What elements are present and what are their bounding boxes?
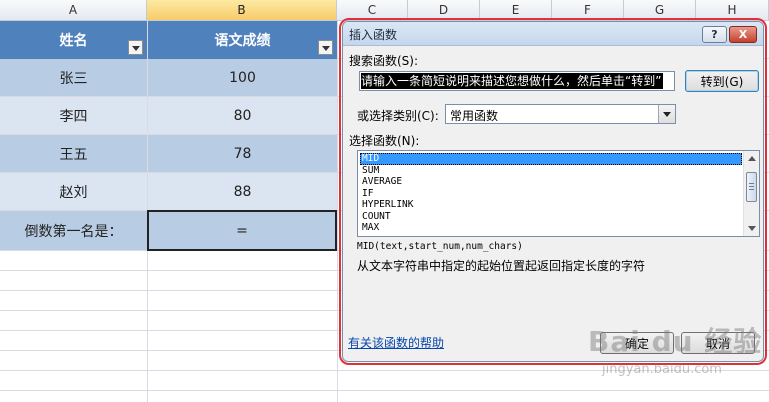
category-value: 常用函数 (450, 109, 499, 123)
header-cell-score[interactable]: 语文成绩 (148, 21, 337, 59)
baidu-jingyan-watermark: Bai du 经验 jingyan.baidu.com (588, 318, 768, 398)
goto-button[interactable]: 转到(G) (685, 70, 759, 92)
function-signature: MID(text,start_num,num_chars) (357, 241, 523, 252)
function-item-count[interactable]: COUNT (360, 211, 742, 223)
column-header-a[interactable]: A (0, 0, 147, 21)
cell-score[interactable]: 100 (148, 59, 337, 96)
function-description: 从文本字符串中指定的起始位置起返回指定长度的字符 (357, 259, 646, 273)
watermark-url: jingyan.baidu.com (602, 362, 722, 377)
cell-name[interactable]: 王五 (0, 135, 147, 172)
close-icon[interactable]: X (729, 26, 757, 43)
function-list[interactable]: MID SUM AVERAGE IF HYPERLINK COUNT MAX (357, 150, 760, 237)
header-cell-name[interactable]: 姓名 (0, 21, 147, 59)
category-select[interactable]: 常用函数 (445, 104, 676, 124)
cell-name[interactable]: 张三 (0, 59, 147, 96)
dialog-title: 插入函数 (349, 28, 398, 42)
dialog-titlebar[interactable]: 插入函数 ? X (343, 22, 763, 46)
category-label: 或选择类别(C): (357, 109, 439, 123)
search-label: 搜索函数(S): (349, 54, 419, 68)
search-input[interactable]: 请输入一条简短说明来描述您想做什么，然后单击“转到” (359, 71, 675, 91)
filter-dropdown-icon[interactable] (128, 40, 143, 55)
scroll-up-icon[interactable] (748, 156, 756, 161)
scroll-down-icon[interactable] (748, 226, 756, 231)
filter-dropdown-icon[interactable] (318, 40, 333, 55)
column-header-b[interactable]: B (147, 0, 337, 21)
result-label-cell[interactable]: 倒数第一名是： (0, 211, 147, 250)
function-item-max[interactable]: MAX (360, 222, 742, 234)
cell-name[interactable]: 李四 (0, 97, 147, 134)
active-formula-cell[interactable]: = (147, 210, 337, 251)
function-help-link[interactable]: 有关该函数的帮助 (348, 334, 444, 351)
watermark-logo: Bai du 经验 (588, 325, 763, 358)
cell-score[interactable]: 80 (148, 97, 337, 134)
function-item-if[interactable]: IF (360, 188, 742, 200)
function-item-hyperlink[interactable]: HYPERLINK (360, 199, 742, 211)
function-list-label: 选择函数(N): (349, 134, 420, 148)
insert-function-dialog: 插入函数 ? X 搜索函数(S): 请输入一条简短说明来描述您想做什么，然后单击… (342, 21, 764, 362)
cell-score[interactable]: 78 (148, 135, 337, 172)
header-name-label: 姓名 (59, 33, 88, 49)
help-icon[interactable]: ? (702, 26, 727, 43)
chevron-down-icon[interactable] (658, 105, 675, 123)
function-list-scrollbar[interactable] (743, 151, 759, 236)
function-item-average[interactable]: AVERAGE (360, 176, 742, 188)
function-item-sum[interactable]: SUM (360, 165, 742, 177)
cell-score[interactable]: 88 (148, 173, 337, 210)
header-score-label: 语文成绩 (214, 33, 271, 49)
search-input-text: 请输入一条简短说明来描述您想做什么，然后单击“转到” (361, 73, 664, 89)
function-item-mid[interactable]: MID (360, 153, 742, 165)
scroll-thumb[interactable] (746, 172, 757, 202)
cell-name[interactable]: 赵刘 (0, 173, 147, 210)
gridline (337, 21, 338, 402)
